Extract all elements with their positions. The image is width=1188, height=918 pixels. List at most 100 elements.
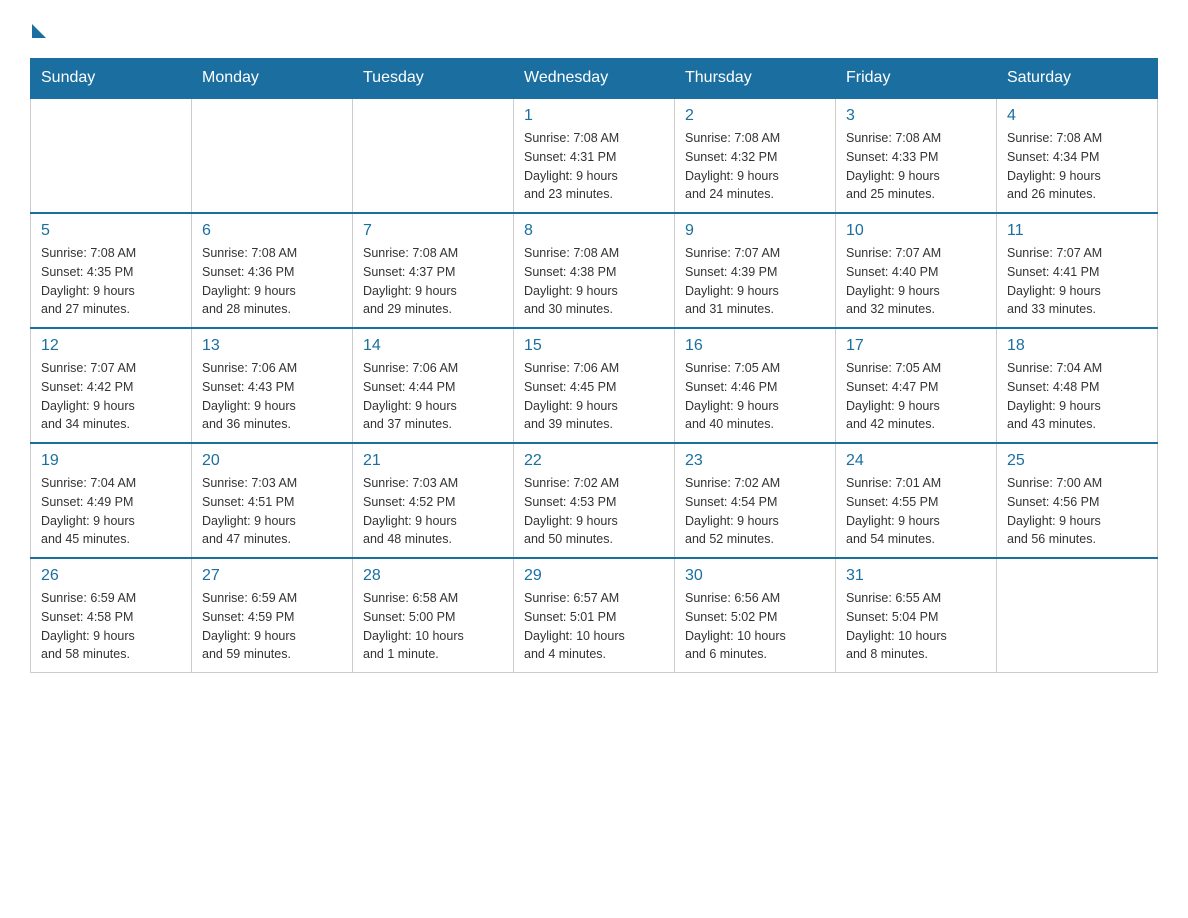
day-info: Sunrise: 7:08 AM Sunset: 4:31 PM Dayligh… [524, 129, 664, 204]
day-info: Sunrise: 7:01 AM Sunset: 4:55 PM Dayligh… [846, 474, 986, 549]
calendar-cell: 8 Sunrise: 7:08 AM Sunset: 4:38 PM Daylig… [514, 213, 675, 328]
calendar-cell: 16Sunrise: 7:05 AM Sunset: 4:46 PM Dayli… [675, 328, 836, 443]
calendar-cell: 20 Sunrise: 7:03 AM Sunset: 4:51 PM Dayli… [192, 443, 353, 558]
day-info: Sunrise: 6:55 AM Sunset: 5:04 PM Dayligh… [846, 589, 986, 664]
day-info: Sunrise: 7:07 AM Sunset: 4:41 PM Dayligh… [1007, 244, 1147, 319]
week-row-5: 26 Sunrise: 6:59 AM Sunset: 4:58 PM Dayli… [31, 558, 1158, 673]
day-info: Sunrise: 7:03 AM Sunset: 4:52 PM Dayligh… [363, 474, 503, 549]
calendar-cell: 13Sunrise: 7:06 AM Sunset: 4:43 PM Dayli… [192, 328, 353, 443]
calendar-cell: 9 Sunrise: 7:07 AM Sunset: 4:39 PM Daylig… [675, 213, 836, 328]
calendar-cell: 27Sunrise: 6:59 AM Sunset: 4:59 PM Dayli… [192, 558, 353, 673]
day-info: Sunrise: 7:06 AM Sunset: 4:44 PM Dayligh… [363, 359, 503, 434]
calendar-cell: 1 Sunrise: 7:08 AM Sunset: 4:31 PM Daylig… [514, 98, 675, 213]
day-number: 19 [41, 452, 181, 470]
calendar-cell: 10 Sunrise: 7:07 AM Sunset: 4:40 PM Dayli… [836, 213, 997, 328]
day-number: 2 [685, 107, 825, 125]
day-info: Sunrise: 7:04 AM Sunset: 4:49 PM Dayligh… [41, 474, 181, 549]
day-info: Sunrise: 6:56 AM Sunset: 5:02 PM Dayligh… [685, 589, 825, 664]
day-number: 14 [363, 337, 503, 355]
day-number: 20 [202, 452, 342, 470]
day-number: 24 [846, 452, 986, 470]
day-header-saturday: Saturday [997, 59, 1158, 99]
day-info: Sunrise: 6:57 AM Sunset: 5:01 PM Dayligh… [524, 589, 664, 664]
day-info: Sunrise: 7:08 AM Sunset: 4:37 PM Dayligh… [363, 244, 503, 319]
day-number: 1 [524, 107, 664, 125]
day-header-sunday: Sunday [31, 59, 192, 99]
day-number: 13 [202, 337, 342, 355]
calendar-cell: 3 Sunrise: 7:08 AM Sunset: 4:33 PM Daylig… [836, 98, 997, 213]
calendar-cell: 7Sunrise: 7:08 AM Sunset: 4:37 PM Daylig… [353, 213, 514, 328]
calendar-cell [192, 98, 353, 213]
day-info: Sunrise: 7:05 AM Sunset: 4:47 PM Dayligh… [846, 359, 986, 434]
day-info: Sunrise: 7:02 AM Sunset: 4:54 PM Dayligh… [685, 474, 825, 549]
calendar-cell: 31 Sunrise: 6:55 AM Sunset: 5:04 PM Dayli… [836, 558, 997, 673]
calendar-cell: 2 Sunrise: 7:08 AM Sunset: 4:32 PM Daylig… [675, 98, 836, 213]
day-number: 3 [846, 107, 986, 125]
day-number: 28 [363, 567, 503, 585]
day-header-thursday: Thursday [675, 59, 836, 99]
calendar-cell: 17 Sunrise: 7:05 AM Sunset: 4:47 PM Dayli… [836, 328, 997, 443]
day-header-wednesday: Wednesday [514, 59, 675, 99]
day-info: Sunrise: 7:08 AM Sunset: 4:33 PM Dayligh… [846, 129, 986, 204]
week-row-3: 12 Sunrise: 7:07 AM Sunset: 4:42 PM Dayli… [31, 328, 1158, 443]
calendar-cell: 23 Sunrise: 7:02 AM Sunset: 4:54 PM Dayli… [675, 443, 836, 558]
day-number: 29 [524, 567, 664, 585]
calendar-cell: 24 Sunrise: 7:01 AM Sunset: 4:55 PM Dayli… [836, 443, 997, 558]
day-header-friday: Friday [836, 59, 997, 99]
day-info: Sunrise: 7:00 AM Sunset: 4:56 PM Dayligh… [1007, 474, 1147, 549]
day-number: 26 [41, 567, 181, 585]
day-number: 15 [524, 337, 664, 355]
calendar-cell: 18 Sunrise: 7:04 AM Sunset: 4:48 PM Dayli… [997, 328, 1158, 443]
calendar-cell [353, 98, 514, 213]
day-number: 21 [363, 452, 503, 470]
day-info: Sunrise: 7:08 AM Sunset: 4:32 PM Dayligh… [685, 129, 825, 204]
day-info: Sunrise: 7:08 AM Sunset: 4:38 PM Dayligh… [524, 244, 664, 319]
day-number: 9 [685, 222, 825, 240]
calendar-cell [31, 98, 192, 213]
calendar-cell: 15Sunrise: 7:06 AM Sunset: 4:45 PM Dayli… [514, 328, 675, 443]
calendar-cell: 19 Sunrise: 7:04 AM Sunset: 4:49 PM Dayli… [31, 443, 192, 558]
calendar-cell: 12 Sunrise: 7:07 AM Sunset: 4:42 PM Dayli… [31, 328, 192, 443]
day-number: 17 [846, 337, 986, 355]
page-header [30, 20, 1158, 38]
logo [30, 20, 46, 38]
calendar-cell: 26 Sunrise: 6:59 AM Sunset: 4:58 PM Dayli… [31, 558, 192, 673]
week-row-1: 1 Sunrise: 7:08 AM Sunset: 4:31 PM Daylig… [31, 98, 1158, 213]
day-number: 12 [41, 337, 181, 355]
calendar-cell: 14 Sunrise: 7:06 AM Sunset: 4:44 PM Dayli… [353, 328, 514, 443]
calendar-cell: 5 Sunrise: 7:08 AM Sunset: 4:35 PM Daylig… [31, 213, 192, 328]
day-info: Sunrise: 7:08 AM Sunset: 4:35 PM Dayligh… [41, 244, 181, 319]
day-number: 4 [1007, 107, 1147, 125]
calendar-cell: 25 Sunrise: 7:00 AM Sunset: 4:56 PM Dayli… [997, 443, 1158, 558]
day-info: Sunrise: 7:07 AM Sunset: 4:40 PM Dayligh… [846, 244, 986, 319]
day-number: 22 [524, 452, 664, 470]
day-number: 16 [685, 337, 825, 355]
calendar-cell: 21 Sunrise: 7:03 AM Sunset: 4:52 PM Dayli… [353, 443, 514, 558]
day-number: 18 [1007, 337, 1147, 355]
day-number: 5 [41, 222, 181, 240]
calendar-cell: 28 Sunrise: 6:58 AM Sunset: 5:00 PM Dayli… [353, 558, 514, 673]
calendar-cell: 4 Sunrise: 7:08 AM Sunset: 4:34 PM Daylig… [997, 98, 1158, 213]
day-info: Sunrise: 7:08 AM Sunset: 4:36 PM Dayligh… [202, 244, 342, 319]
day-info: Sunrise: 7:07 AM Sunset: 4:39 PM Dayligh… [685, 244, 825, 319]
day-info: Sunrise: 6:58 AM Sunset: 5:00 PM Dayligh… [363, 589, 503, 664]
day-number: 10 [846, 222, 986, 240]
day-number: 8 [524, 222, 664, 240]
day-number: 11 [1007, 222, 1147, 240]
calendar-cell [997, 558, 1158, 673]
day-number: 23 [685, 452, 825, 470]
day-number: 31 [846, 567, 986, 585]
day-number: 25 [1007, 452, 1147, 470]
day-info: Sunrise: 7:03 AM Sunset: 4:51 PM Dayligh… [202, 474, 342, 549]
day-info: Sunrise: 6:59 AM Sunset: 4:59 PM Dayligh… [202, 589, 342, 664]
week-row-2: 5 Sunrise: 7:08 AM Sunset: 4:35 PM Daylig… [31, 213, 1158, 328]
logo-triangle-icon [32, 24, 46, 38]
day-info: Sunrise: 7:08 AM Sunset: 4:34 PM Dayligh… [1007, 129, 1147, 204]
day-info: Sunrise: 6:59 AM Sunset: 4:58 PM Dayligh… [41, 589, 181, 664]
day-info: Sunrise: 7:04 AM Sunset: 4:48 PM Dayligh… [1007, 359, 1147, 434]
calendar-cell: 6Sunrise: 7:08 AM Sunset: 4:36 PM Daylig… [192, 213, 353, 328]
calendar-table: SundayMondayTuesdayWednesdayThursdayFrid… [30, 58, 1158, 673]
day-info: Sunrise: 7:07 AM Sunset: 4:42 PM Dayligh… [41, 359, 181, 434]
week-row-4: 19 Sunrise: 7:04 AM Sunset: 4:49 PM Dayli… [31, 443, 1158, 558]
calendar-cell: 11 Sunrise: 7:07 AM Sunset: 4:41 PM Dayli… [997, 213, 1158, 328]
